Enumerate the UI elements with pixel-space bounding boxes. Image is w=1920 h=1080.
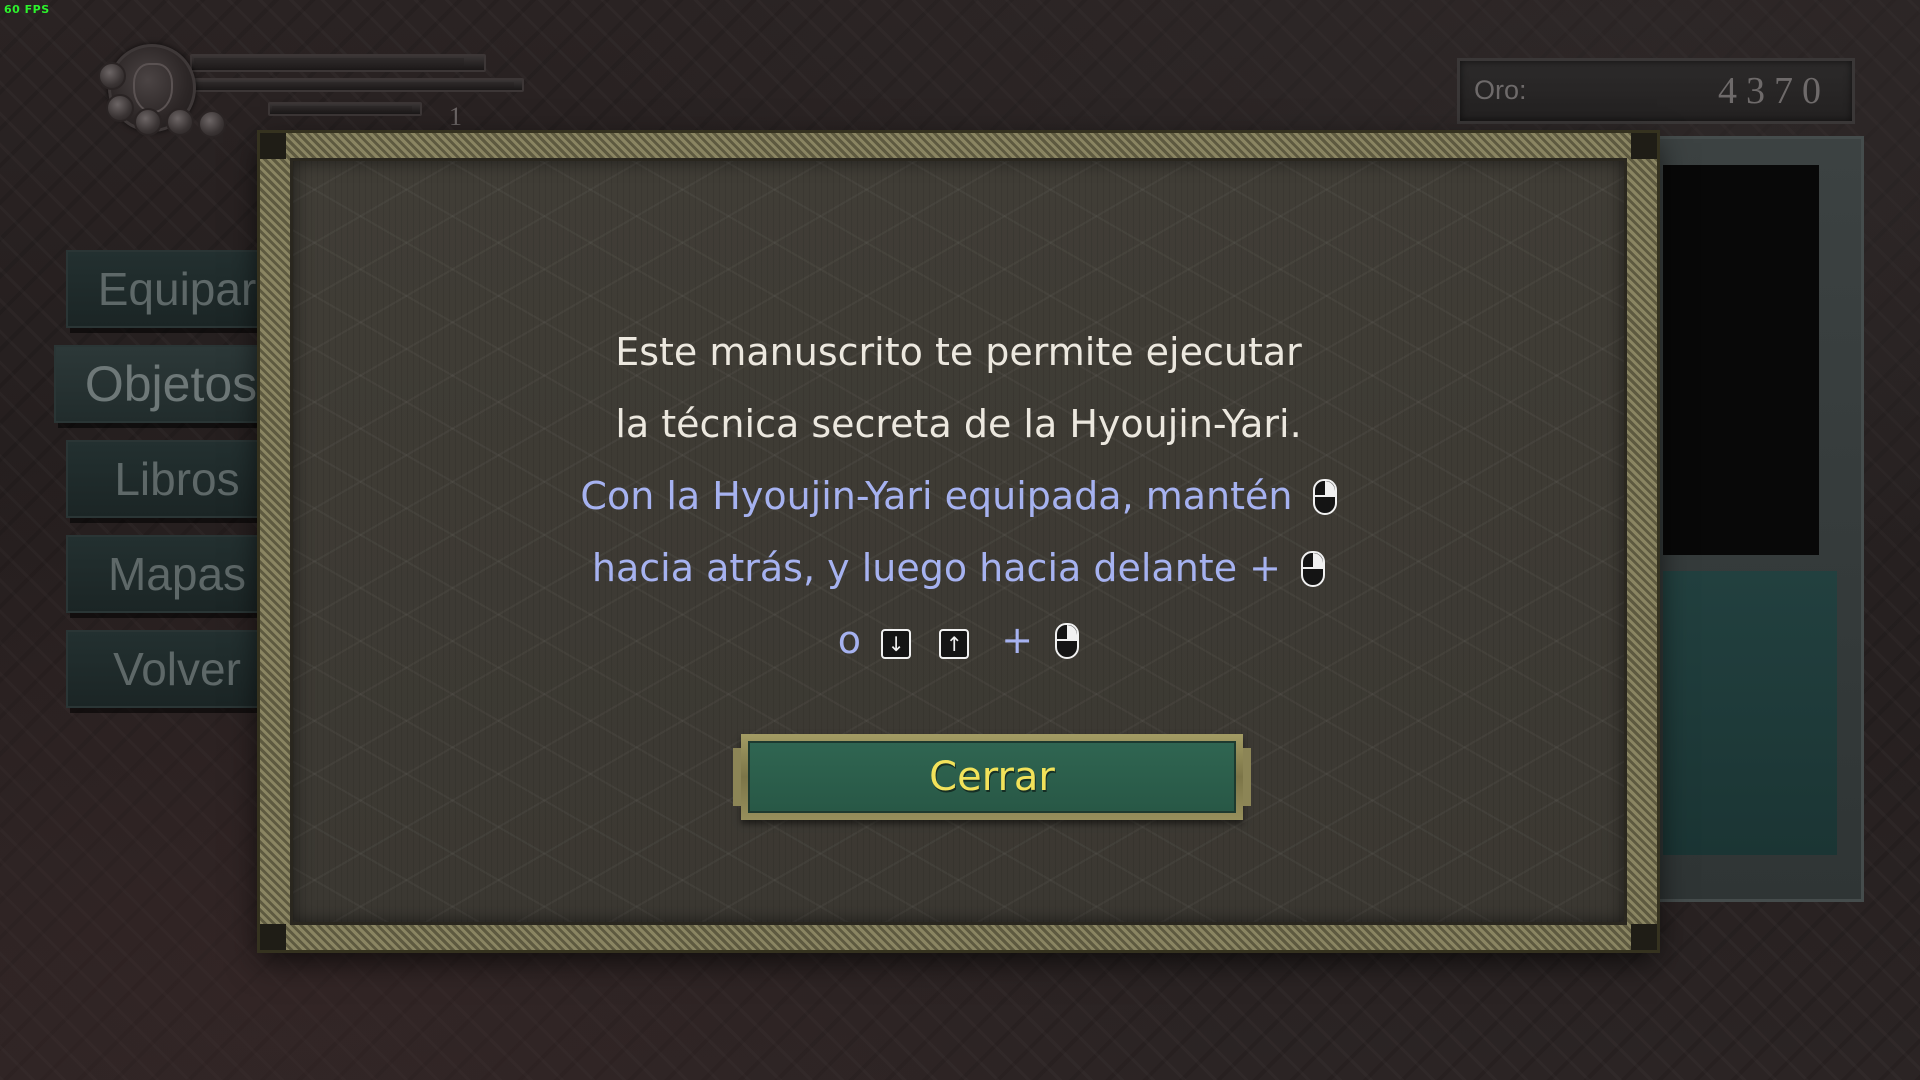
player-status-hud: 1 [78, 26, 618, 146]
player-level: 1 [449, 102, 462, 131]
game-screen: 60 FPS 1 Oro: 4370 Equipar Objetos Libro… [0, 0, 1920, 1080]
plus-sign: + [1001, 618, 1034, 662]
dialog-body: Este manuscrito te permite ejecutar la t… [290, 158, 1627, 925]
menu-item-equipar[interactable]: Equipar [66, 250, 288, 328]
dialog-corner [1631, 133, 1657, 159]
gold-value: 4370 [1718, 70, 1830, 112]
spirit-orb-icon [134, 108, 162, 136]
instruction-line: o ↓ ↑ + [293, 604, 1624, 676]
fps-counter: 60 FPS [4, 3, 50, 16]
menu-item-objetos[interactable]: Objetos [54, 345, 288, 423]
spirit-orb-icon [198, 110, 226, 138]
experience-bar [268, 102, 422, 116]
instruction-text: o [837, 618, 862, 662]
stamina-bar-fill [194, 82, 514, 88]
close-button-label: Cerrar [748, 741, 1236, 813]
arrow-down-key-icon: ↓ [881, 629, 912, 659]
instruction-text: Con la Hyoujin-Yari equipada, mantén [580, 474, 1293, 518]
message-line: la técnica secreta de la Hyoujin-Yari. [615, 402, 1302, 446]
stamina-bar [190, 78, 524, 92]
mouse-right-button-icon [1055, 623, 1080, 659]
menu-item-libros[interactable]: Libros [66, 440, 288, 518]
message-line: Este manuscrito te permite ejecutar [615, 330, 1302, 374]
instruction-line: Con la Hyoujin-Yari equipada, mantén [293, 460, 1624, 532]
mouse-right-button-icon [1312, 479, 1337, 515]
experience-bar-fill [272, 106, 412, 112]
item-detail-panel [1650, 136, 1864, 902]
health-bar [190, 54, 486, 72]
dialog-corner [260, 924, 286, 950]
mouse-right-button-icon [1301, 551, 1326, 587]
menu-item-mapas[interactable]: Mapas [66, 535, 288, 613]
close-button[interactable]: Cerrar [733, 734, 1251, 820]
scroll-info-dialog: Este manuscrito te permite ejecutar la t… [260, 133, 1657, 950]
crest-mark-icon [133, 63, 173, 113]
dialog-corner [1631, 924, 1657, 950]
pause-menu: Equipar Objetos Libros Mapas Volver [48, 250, 288, 725]
health-bar-fill [194, 58, 464, 68]
menu-item-volver[interactable]: Volver [66, 630, 288, 708]
item-description-area [1663, 571, 1837, 855]
spirit-orb-icon [166, 108, 194, 136]
instruction-text: hacia atrás, y luego hacia delante + [591, 546, 1281, 590]
item-preview-area [1663, 165, 1819, 555]
spirit-orb-icon [98, 62, 126, 90]
instruction-line: hacia atrás, y luego hacia delante + [293, 532, 1624, 604]
dialog-corner [260, 133, 286, 159]
gold-panel: Oro: 4370 [1457, 58, 1855, 124]
spirit-orb-icon [106, 94, 134, 122]
dialog-message: Este manuscrito te permite ejecutar la t… [293, 316, 1624, 676]
arrow-up-key-icon: ↑ [939, 629, 970, 659]
gold-label: Oro: [1474, 75, 1527, 105]
